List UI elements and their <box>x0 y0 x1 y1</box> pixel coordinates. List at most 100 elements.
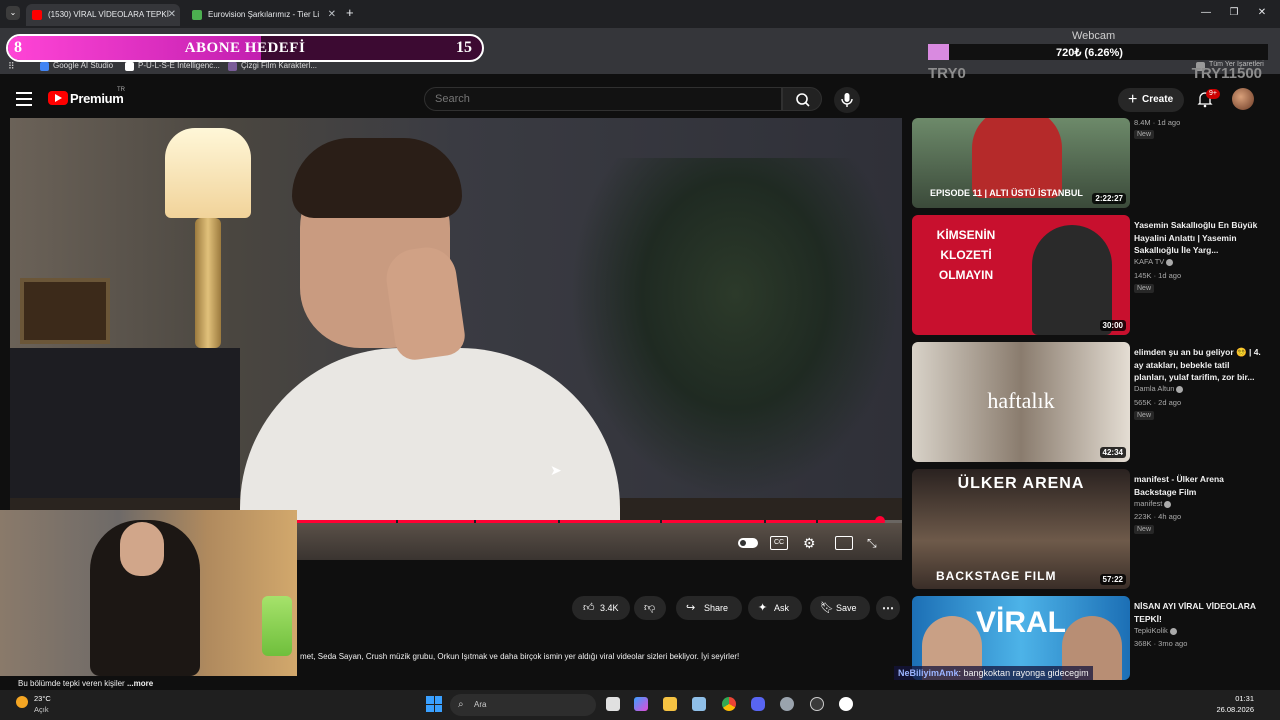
recommendation-item[interactable]: ÜLKER ARENA BACKSTAGE FILM 57:22 manifes… <box>912 469 1272 589</box>
subscriber-goal-overlay: 8 ABONE HEDEFİ 15 <box>6 34 484 62</box>
discord-icon[interactable] <box>751 697 765 711</box>
apps-grid-icon[interactable]: ⠿ <box>8 61 15 72</box>
channel-name[interactable]: Damla Altun <box>1134 384 1184 393</box>
recommendation-item[interactable]: haftalık 42:34 elimden şu an bu geliyor … <box>912 342 1272 462</box>
tab-eurovision[interactable]: Eurovision Şarkılarımız - Tier Li ✕ <box>186 4 340 26</box>
bookmark-icon: 🔖︎ <box>820 602 834 614</box>
video-title[interactable]: elimden şu an bu geliyor 😵‍💫 | 4. ay ata… <box>1134 346 1264 384</box>
thumbnail[interactable]: haftalık 42:34 <box>912 342 1130 462</box>
bookmark-ai-studio[interactable]: Google AI Studio <box>40 61 113 71</box>
search-icon <box>796 93 810 107</box>
search-input[interactable] <box>435 93 765 105</box>
chrome-icon[interactable] <box>722 697 736 711</box>
new-badge: New <box>1134 130 1155 139</box>
description-text: met, Seda Sayan, Crush müzik grubu, Orku… <box>300 652 740 661</box>
thumbnail-text: haftalık <box>987 388 1055 413</box>
save-button[interactable]: 🔖︎ Save <box>810 596 870 620</box>
weather-temperature[interactable]: 23°C <box>34 694 51 703</box>
thumbnail[interactable]: ÜLKER ARENA BACKSTAGE FILM 57:22 <box>912 469 1130 589</box>
tab-active[interactable]: (1530) VİRAL VİDEOLARA TEPKİ ✕ <box>26 4 180 26</box>
windows-taskbar: 23°C Açık ⌕ Ara 01:31 26.08.2026 <box>0 690 1280 720</box>
video-scene-lamp-base <box>195 218 221 348</box>
video-scene-lamp <box>165 128 251 218</box>
maximize-icon[interactable]: ❐ <box>1224 4 1244 22</box>
webcam-label: Webcam <box>1072 30 1116 42</box>
video-title[interactable]: manifest - Ülker Arena Backstage Film <box>1134 473 1264 498</box>
tierlist-favicon-icon <box>192 10 202 20</box>
youtube-favicon-icon <box>32 10 42 20</box>
thumbs-up-icon: 👍︎ <box>583 602 595 614</box>
thumbnail[interactable]: KİMSENİN KLOZETİ OLMAYIN 30:00 <box>912 215 1130 335</box>
recommendation-item[interactable]: EPISODE 11 | ALTI ÜSTÜ İSTANBUL 2:22:27 … <box>912 118 1272 208</box>
close-tab-icon[interactable]: ✕ <box>168 4 176 26</box>
tab-list-dropdown[interactable]: ⌄ <box>6 6 20 20</box>
avatar[interactable] <box>1232 88 1254 110</box>
ask-button[interactable]: ✦ Ask <box>748 596 802 620</box>
thumbnail-text: VİRAL <box>976 606 1066 639</box>
video-player[interactable]: ➤ CC ⚙ ⤡ <box>10 118 902 560</box>
search-box[interactable] <box>424 87 782 111</box>
close-tab-icon[interactable]: ✕ <box>328 4 336 26</box>
task-view-icon[interactable] <box>606 697 620 711</box>
show-more-link[interactable]: ...more <box>127 679 153 688</box>
browser-tab-bar: ⌄ (1530) VİRAL VİDEOLARA TEPKİ ✕ Eurovis… <box>0 0 1280 28</box>
theater-mode-icon[interactable] <box>835 536 853 550</box>
captions-icon[interactable]: CC <box>770 536 788 550</box>
weather-sun-icon[interactable] <box>16 696 28 708</box>
video-scene-desk <box>10 348 240 498</box>
share-icon: ↪ <box>686 602 696 614</box>
video-meta: 145K · 1d ago <box>1134 271 1182 280</box>
channel-name[interactable]: manifest <box>1134 499 1172 508</box>
obs-icon[interactable] <box>810 697 824 711</box>
clock-time[interactable]: 01:31 <box>1235 694 1254 703</box>
voice-search-button[interactable] <box>834 87 860 113</box>
thumbs-down-icon: 👎︎ <box>644 602 656 614</box>
chat-username: NeBiliyimAmk <box>898 668 959 678</box>
duration-badge: 2:22:27 <box>1092 193 1126 204</box>
clock-date[interactable]: 26.08.2026 <box>1216 705 1254 714</box>
copilot-icon[interactable] <box>634 697 648 711</box>
windows-start-icon[interactable] <box>426 696 442 712</box>
ai-studio-icon <box>40 62 49 71</box>
share-button[interactable]: ↪ Share <box>676 596 742 620</box>
fullscreen-icon[interactable]: ⤡ <box>867 536 885 550</box>
video-title[interactable]: Yasemin Sakallıoğlu En Büyük Hayalini An… <box>1134 219 1264 257</box>
hamburger-menu-icon[interactable] <box>16 92 32 106</box>
chat-text: : bangkoktan rayonga gidecegim <box>958 668 1089 678</box>
weather-description[interactable]: Açık <box>34 705 49 714</box>
printer-app-icon[interactable] <box>692 697 706 711</box>
donation-bar-fill <box>928 44 950 60</box>
new-tab-button[interactable]: + <box>346 5 354 20</box>
file-explorer-icon[interactable] <box>663 697 677 711</box>
more-actions-button[interactable]: ⋯ <box>876 596 900 620</box>
dislike-button[interactable]: 👎︎ <box>634 596 666 620</box>
video-meta: 368K · 3mo ago <box>1134 639 1188 648</box>
bookmark-cizgi-film[interactable]: Çizgi Film Karakterl... <box>228 61 317 71</box>
mouse-cursor-icon: ➤ <box>550 462 562 478</box>
verified-icon <box>1166 258 1174 266</box>
create-button[interactable]: + Create <box>1118 88 1184 112</box>
video-meta: 565K · 2d ago <box>1134 398 1182 407</box>
thumbnail[interactable]: EPISODE 11 | ALTI ÜSTÜ İSTANBUL 2:22:27 <box>912 118 1130 208</box>
settings-gear-icon[interactable] <box>780 697 794 711</box>
donation-start: TRY0 <box>928 65 966 82</box>
like-button[interactable]: 👍︎ 3.4K <box>572 596 630 620</box>
new-badge: New <box>1134 411 1155 420</box>
search-button[interactable] <box>782 87 822 111</box>
taskbar-search[interactable]: ⌕ Ara <box>450 694 596 716</box>
youtube-brand[interactable]: Premium <box>70 91 124 106</box>
bookmark-pulse[interactable]: P-U-L-S-E Intelligenc... <box>125 61 220 71</box>
minimize-icon[interactable]: — <box>1196 4 1216 22</box>
channel-name[interactable]: KAFA TV <box>1134 257 1174 266</box>
streamlabs-icon[interactable] <box>839 697 853 711</box>
settings-gear-icon[interactable]: ⚙ <box>803 536 821 550</box>
autoplay-toggle[interactable] <box>738 538 758 548</box>
youtube-logo-icon[interactable] <box>48 91 68 105</box>
video-person-hair <box>292 138 462 218</box>
channel-name[interactable]: TepkiKolik <box>1134 626 1177 635</box>
video-title[interactable]: NİSAN AYI VİRAL VİDEOLARA TEPKİ! <box>1134 600 1264 625</box>
country-code: TR <box>117 87 125 93</box>
recommendation-item[interactable]: KİMSENİN KLOZETİ OLMAYIN 30:00 Yasemin S… <box>912 215 1272 335</box>
close-window-icon[interactable]: ✕ <box>1252 4 1272 22</box>
goal-title: ABONE HEDEFİ <box>184 40 306 56</box>
